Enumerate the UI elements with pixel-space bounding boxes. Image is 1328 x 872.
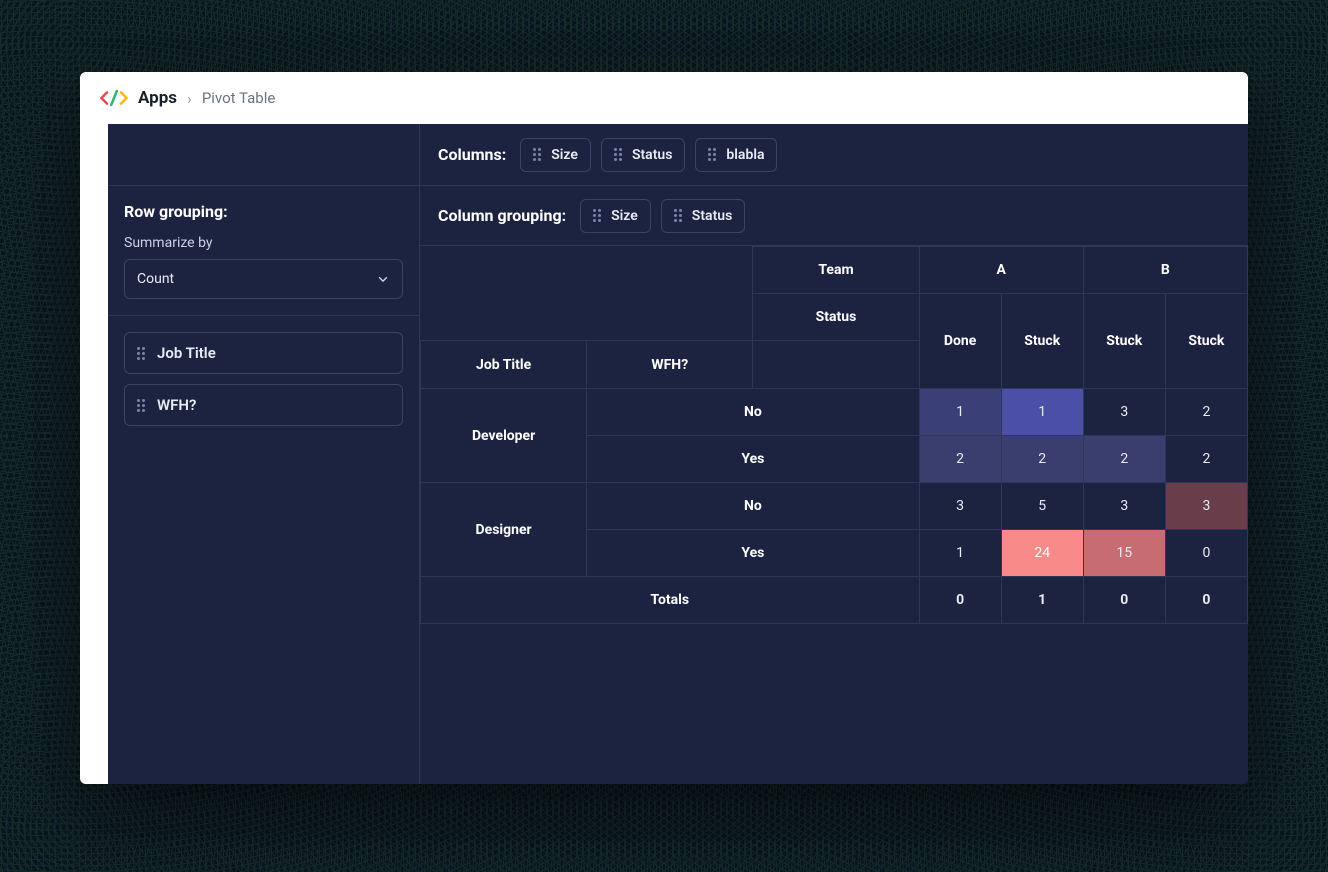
- column-grouping-chip-label: Size: [611, 208, 638, 224]
- columns-config-row: Columns: Size Status blabla: [420, 124, 1248, 186]
- column-grouping-chip[interactable]: Size: [580, 199, 651, 233]
- summarize-select[interactable]: Count: [124, 259, 403, 299]
- summarize-value: Count: [137, 271, 174, 287]
- titlebar: Apps › Pivot Table: [80, 72, 1248, 124]
- pivot-cell[interactable]: 1: [1001, 389, 1083, 436]
- row-chip[interactable]: WFH?: [124, 384, 403, 426]
- totals-cell: 0: [919, 577, 1001, 624]
- drag-grip-icon: [614, 148, 624, 161]
- main-panel: Columns: Size Status blabla Column groupin…: [420, 124, 1248, 784]
- sidebar: Row grouping: Summarize by Count Job Tit…: [108, 124, 420, 784]
- pivot-table: TeamABStatusDoneStuckStuckStuckJob Title…: [420, 246, 1248, 624]
- left-gutter: [80, 124, 108, 784]
- breadcrumb-separator: ›: [187, 89, 192, 108]
- pivot-row: DesignerNo3533: [421, 483, 1248, 530]
- summarize-by-label: Summarize by: [124, 235, 403, 251]
- pivot-cell[interactable]: 0: [1165, 530, 1247, 577]
- breadcrumb-page[interactable]: Pivot Table: [202, 89, 275, 107]
- pivot-row: DeveloperNo1132: [421, 389, 1248, 436]
- drag-grip-icon: [137, 347, 147, 360]
- row-grouping-title: Row grouping:: [124, 202, 403, 221]
- app-name[interactable]: Apps: [138, 88, 177, 108]
- pivot-cell[interactable]: 1: [919, 389, 1001, 436]
- pivot-cell[interactable]: 3: [1083, 483, 1165, 530]
- header-wfh[interactable]: WFH?: [587, 341, 753, 389]
- drag-grip-icon: [137, 399, 147, 412]
- pivot-cell[interactable]: 2: [1165, 436, 1247, 483]
- column-grouping-chip[interactable]: Status: [661, 199, 745, 233]
- column-chip-label: Status: [632, 147, 672, 163]
- pivot-cell[interactable]: 2: [1001, 436, 1083, 483]
- column-grouping-chip-label: Status: [692, 208, 732, 224]
- row-wfh-value[interactable]: No: [587, 389, 919, 436]
- pivot-cell[interactable]: 2: [1083, 436, 1165, 483]
- app-logo: [100, 88, 128, 108]
- header-status-value[interactable]: Stuck: [1001, 294, 1083, 389]
- row-group-name[interactable]: Developer: [421, 389, 587, 483]
- pivot-cell[interactable]: 1: [919, 530, 1001, 577]
- pivot-cell[interactable]: 3: [1165, 483, 1247, 530]
- code-brackets-icon: [100, 88, 128, 108]
- column-chip[interactable]: Status: [601, 138, 685, 172]
- pivot-cell[interactable]: 2: [1165, 389, 1247, 436]
- totals-row: Totals0100: [421, 577, 1248, 624]
- header-job-title[interactable]: Job Title: [421, 341, 587, 389]
- column-chip-label: blabla: [726, 147, 764, 163]
- pivot-cell[interactable]: 3: [919, 483, 1001, 530]
- totals-cell: 0: [1165, 577, 1247, 624]
- pivot-cell[interactable]: 15: [1083, 530, 1165, 577]
- column-chip[interactable]: Size: [520, 138, 591, 172]
- column-grouping-config-row: Column grouping: Size Status: [420, 186, 1248, 246]
- pivot-cell[interactable]: 3: [1083, 389, 1165, 436]
- totals-cell: 0: [1083, 577, 1165, 624]
- column-chip[interactable]: blabla: [695, 138, 777, 172]
- pivot-cell[interactable]: 5: [1001, 483, 1083, 530]
- app-window: Apps › Pivot Table Row grouping: Summari…: [80, 72, 1248, 784]
- row-wfh-value[interactable]: No: [587, 483, 919, 530]
- chevron-down-icon: [376, 272, 390, 286]
- columns-label: Columns:: [438, 145, 506, 164]
- drag-grip-icon: [533, 148, 543, 161]
- header-status-label: Status: [753, 294, 919, 341]
- row-chip-label: Job Title: [157, 344, 216, 362]
- pivot-cell[interactable]: 2: [919, 436, 1001, 483]
- row-wfh-value[interactable]: Yes: [587, 436, 919, 483]
- column-grouping-label: Column grouping:: [438, 206, 566, 225]
- drag-grip-icon: [674, 209, 684, 222]
- header-status-value[interactable]: Done: [919, 294, 1001, 389]
- row-wfh-value[interactable]: Yes: [587, 530, 919, 577]
- column-chip-label: Size: [551, 147, 578, 163]
- drag-grip-icon: [593, 209, 603, 222]
- drag-grip-icon: [708, 148, 718, 161]
- totals-cell: 1: [1001, 577, 1083, 624]
- header-team-label: Team: [753, 247, 919, 294]
- totals-label: Totals: [421, 577, 920, 624]
- row-chip[interactable]: Job Title: [124, 332, 403, 374]
- row-chip-label: WFH?: [157, 396, 196, 414]
- row-group-name[interactable]: Designer: [421, 483, 587, 577]
- header-team-value[interactable]: B: [1083, 247, 1247, 294]
- pivot-cell[interactable]: 24: [1001, 530, 1083, 577]
- header-team-value[interactable]: A: [919, 247, 1083, 294]
- header-status-value[interactable]: Stuck: [1083, 294, 1165, 389]
- header-status-value[interactable]: Stuck: [1165, 294, 1247, 389]
